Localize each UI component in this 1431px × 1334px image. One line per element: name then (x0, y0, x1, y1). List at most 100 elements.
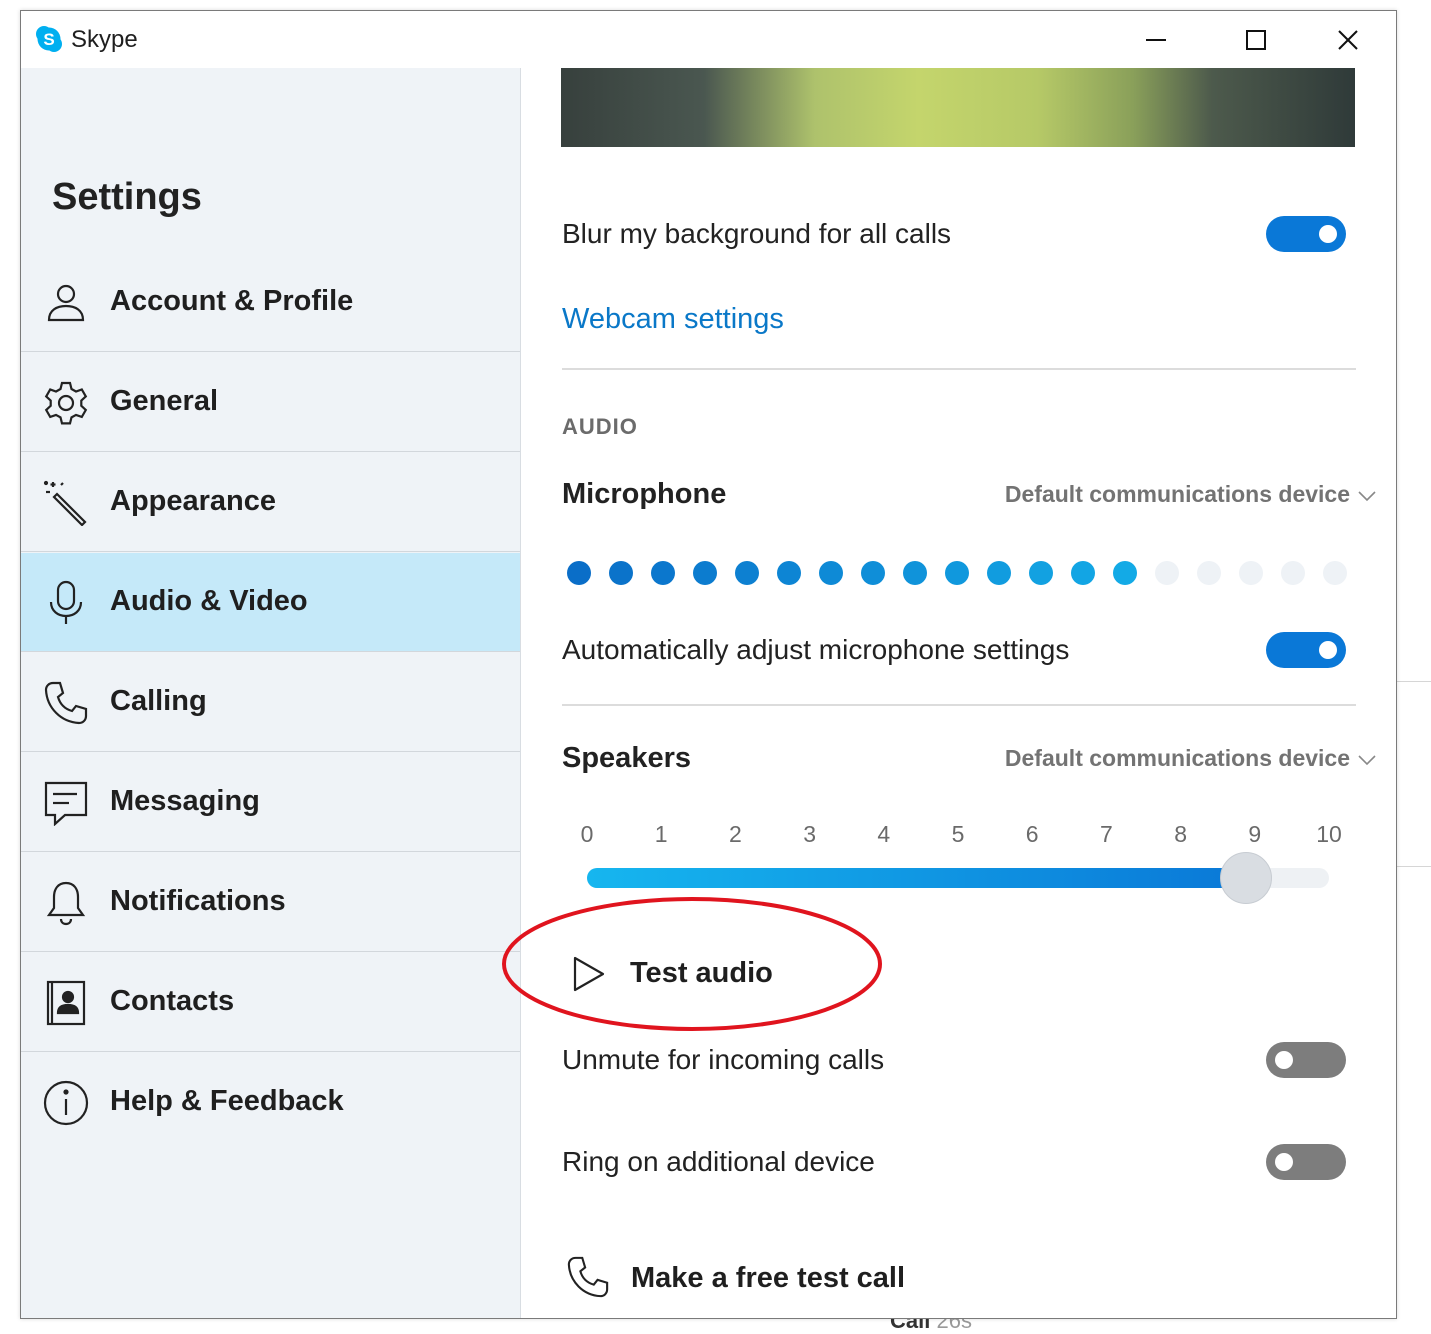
webcam-preview (561, 68, 1355, 147)
volume-tick-label: 6 (1025, 821, 1039, 847)
mic-level-dot (1071, 561, 1095, 585)
mic-level-dot (609, 561, 633, 585)
mic-level-dot (693, 561, 717, 585)
gear-icon (44, 381, 88, 425)
svg-text:S: S (43, 30, 54, 49)
auto-adjust-toggle[interactable] (1266, 632, 1346, 668)
volume-tick-label: 4 (877, 821, 891, 847)
settings-content: Blur my background for all calls Webcam … (521, 68, 1396, 1318)
mic-level-dot (651, 561, 675, 585)
sidebar-item-help-feedback[interactable]: Help & Feedback (21, 1053, 520, 1152)
slider-fill (587, 868, 1250, 888)
microphone-device-value: Default communications device (1004, 481, 1350, 507)
mic-level-dot (861, 561, 885, 585)
free-test-call-label: Make a free test call (631, 1262, 906, 1294)
sidebar-item-contacts[interactable]: Contacts (21, 953, 520, 1052)
toggle-knob (1275, 1051, 1293, 1069)
mic-level-dot (567, 561, 591, 585)
person-icon (47, 284, 85, 322)
sidebar-item-messaging[interactable]: Messaging (21, 753, 520, 852)
close-button[interactable] (1303, 11, 1393, 68)
chevron-down-icon (1358, 745, 1376, 772)
speakers-label: Speakers (562, 742, 691, 774)
sidebar-item-label: Help & Feedback (110, 1085, 344, 1117)
mic-level-dot (735, 561, 759, 585)
auto-adjust-label: Automatically adjust microphone settings (562, 634, 1070, 665)
maximize-icon (1246, 30, 1266, 50)
webcam-settings-link[interactable]: Webcam settings (562, 303, 784, 336)
background-divider (1396, 681, 1431, 682)
sidebar-item-label: Calling (110, 685, 207, 717)
mic-level-dot (1029, 561, 1053, 585)
speakers-device-select[interactable]: Default communications device (1005, 745, 1376, 772)
section-divider (562, 704, 1356, 706)
chevron-down-icon (1358, 481, 1376, 508)
speakers-device-value: Default communications device (1004, 745, 1350, 771)
mic-level-dot (1239, 561, 1263, 585)
volume-tick-label: 9 (1248, 821, 1262, 847)
bell-icon (46, 881, 86, 926)
volume-tick-label: 10 (1316, 821, 1342, 847)
minimize-icon (1146, 39, 1166, 41)
mic-level-dot (777, 561, 801, 585)
slider-thumb[interactable] (1219, 852, 1272, 904)
speaker-volume-ticks: 0 1 2 3 4 5 6 7 8 9 10 (581, 821, 1347, 851)
sidebar-item-label: Account & Profile (110, 285, 354, 317)
phone-icon (567, 1256, 609, 1298)
info-icon (43, 1080, 89, 1126)
mic-level-dot (945, 561, 969, 585)
volume-tick-label: 1 (654, 821, 668, 847)
sidebar-item-label: Notifications (110, 885, 286, 917)
sidebar-item-notifications[interactable]: Notifications (21, 853, 520, 952)
mic-level-dot (819, 561, 843, 585)
minimize-button[interactable] (1111, 11, 1201, 68)
sidebar-item-label: General (110, 385, 218, 417)
mic-level-dot (1113, 561, 1137, 585)
maximize-button[interactable] (1211, 11, 1301, 68)
volume-tick-label: 7 (1099, 821, 1113, 847)
settings-sidebar: Settings Account & Profile General Appea… (21, 68, 521, 1318)
sidebar-item-appearance[interactable]: Appearance (21, 453, 520, 552)
section-divider (562, 368, 1356, 370)
microphone-icon (49, 580, 83, 624)
skype-logo-icon: S (36, 26, 62, 52)
settings-title: Settings (52, 176, 202, 218)
background-divider (1396, 866, 1431, 867)
magic-wand-icon (43, 480, 87, 526)
mic-level-dot (1281, 561, 1305, 585)
speaker-volume-slider[interactable] (587, 852, 1329, 904)
sidebar-item-account-profile[interactable]: Account & Profile (21, 253, 520, 352)
microphone-device-select[interactable]: Default communications device (1005, 481, 1376, 508)
sidebar-item-calling[interactable]: Calling (21, 653, 520, 752)
test-audio-label: Test audio (630, 957, 773, 989)
skype-window: S Skype Settings Account & Profile Gener… (20, 10, 1397, 1319)
sidebar-item-label: Audio & Video (110, 585, 308, 617)
unmute-incoming-toggle[interactable] (1266, 1042, 1346, 1078)
sidebar-item-label: Contacts (110, 985, 235, 1017)
contact-card-icon (46, 980, 86, 1026)
play-icon (573, 956, 605, 992)
sidebar-item-audio-video[interactable]: Audio & Video (21, 553, 520, 652)
phone-icon (44, 681, 88, 725)
audio-section-title: AUDIO (562, 414, 638, 439)
message-icon (44, 781, 88, 826)
volume-tick-label: 8 (1174, 821, 1187, 847)
mic-level-dot (987, 561, 1011, 585)
blur-background-toggle[interactable] (1266, 216, 1346, 252)
sidebar-item-general[interactable]: General (21, 353, 520, 452)
toggle-knob (1275, 1153, 1293, 1171)
microphone-level-meter (567, 561, 1367, 587)
sidebar-item-label: Appearance (110, 485, 277, 517)
ring-additional-label: Ring on additional device (562, 1146, 875, 1177)
ring-additional-toggle[interactable] (1266, 1144, 1346, 1180)
volume-tick-label: 5 (951, 821, 965, 847)
sidebar-item-label: Messaging (110, 785, 260, 817)
toggle-knob (1319, 641, 1337, 659)
mic-level-dot (1197, 561, 1221, 585)
mic-level-dot (1155, 561, 1179, 585)
mic-level-dot (903, 561, 927, 585)
microphone-label: Microphone (562, 478, 727, 510)
volume-tick-label: 0 (580, 821, 594, 847)
app-title: Skype (71, 26, 138, 53)
mic-level-dot (1323, 561, 1347, 585)
